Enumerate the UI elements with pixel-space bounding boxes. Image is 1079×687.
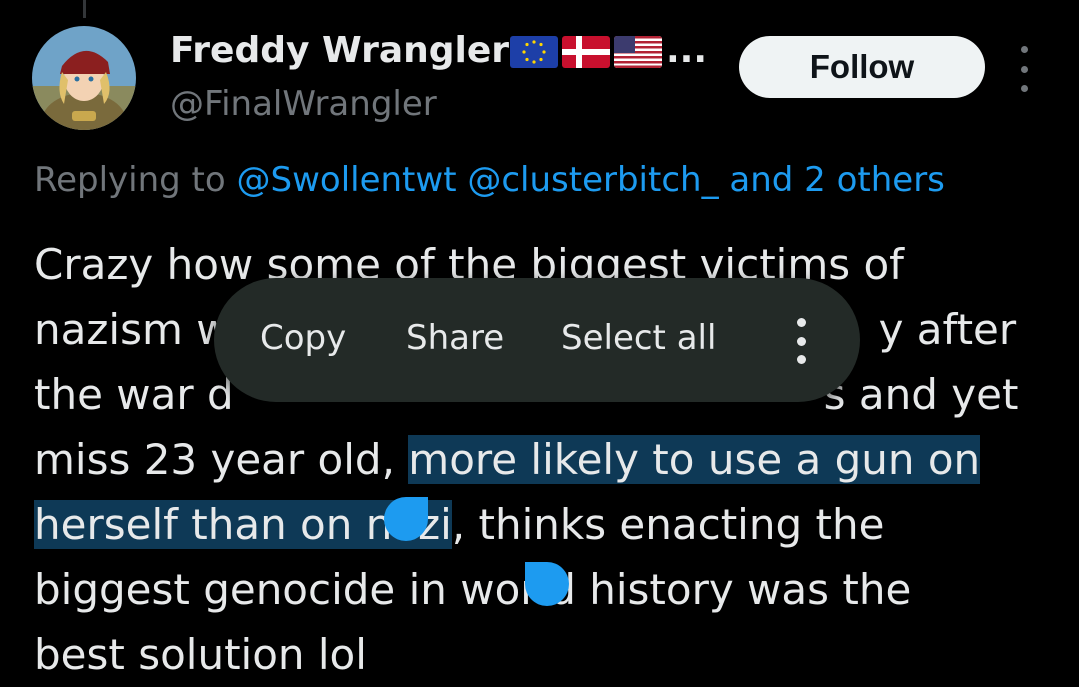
others-link[interactable]: and 2 others — [729, 160, 945, 200]
avatar[interactable] — [32, 26, 136, 130]
copy-menu-item[interactable]: Copy — [260, 318, 346, 358]
name-truncation-ellipsis: ... — [666, 30, 708, 71]
follow-button[interactable]: Follow — [739, 36, 985, 98]
text-selection-menu: Copy Share Select all — [214, 278, 860, 402]
share-menu-item[interactable]: Share — [406, 318, 504, 358]
select-all-menu-item[interactable]: Select all — [561, 318, 716, 358]
usa-flag-icon — [614, 36, 662, 68]
tweet-line-fragment: miss 23 year old, — [34, 435, 409, 484]
denmark-flag-icon — [562, 36, 610, 68]
tweet-line-fragment: nazism w — [34, 305, 231, 354]
selected-text: more likely to use a gun on — [408, 435, 981, 484]
more-options-icon[interactable] — [1014, 46, 1034, 92]
replying-to: Replying to @Swollentwt @clusterbitch_ a… — [34, 160, 945, 200]
tweet-line: miss 23 year old, more likely to use a g… — [34, 427, 1074, 492]
tweet-line-fragment: , thinks enacting the — [451, 500, 885, 549]
eu-flag-icon — [510, 36, 558, 68]
replying-to-label: Replying to — [34, 160, 226, 200]
thread-connector-line — [83, 0, 86, 18]
user-handle[interactable]: @FinalWrangler — [170, 84, 437, 124]
tweet-line-fragment: y after — [878, 305, 1017, 354]
tweet-line-fragment: s and yet — [823, 370, 1019, 419]
tweet-line: best solution lol — [34, 630, 367, 679]
selection-end-handle[interactable] — [525, 562, 569, 606]
tweet-line-fragment: the war d — [34, 370, 234, 419]
display-name[interactable]: Freddy Wrangler — [170, 30, 509, 71]
menu-overflow-icon[interactable] — [794, 318, 808, 364]
mention-link[interactable]: @Swollentwt — [237, 160, 457, 200]
tweet-line: herself than on nazi, thinks enacting th… — [34, 492, 1074, 557]
mention-link[interactable]: @clusterbitch_ — [467, 160, 718, 200]
avatar-image — [32, 26, 136, 130]
selection-start-handle[interactable] — [384, 497, 428, 541]
name-flags — [510, 36, 662, 68]
